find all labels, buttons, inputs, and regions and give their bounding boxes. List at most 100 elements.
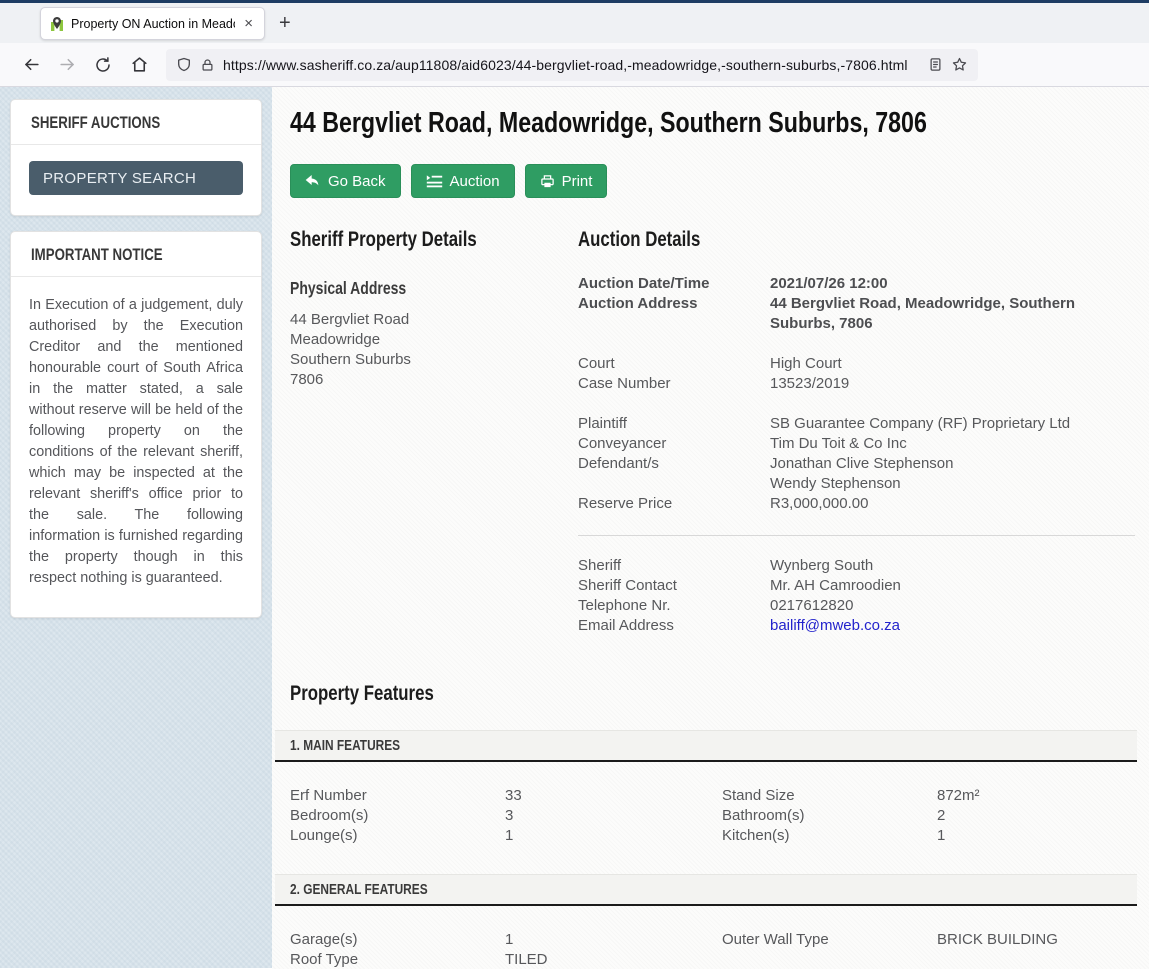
url-text[interactable]: https://www.sasheriff.co.za/aup11808/aid… bbox=[223, 57, 920, 73]
feature-value: 1 bbox=[505, 930, 722, 950]
auction-details-rows: Auction Date/Time 2021/07/26 12:00 Aucti… bbox=[578, 274, 1135, 636]
detail-value: High Court bbox=[770, 354, 1135, 374]
feature-row: Roof Type TILED bbox=[290, 950, 1137, 969]
detail-label: Plaintiff bbox=[578, 414, 770, 434]
address-line: Meadowridge bbox=[290, 330, 578, 350]
browser-window: Property ON Auction in Meado × + bbox=[0, 0, 1149, 969]
detail-row: Conveyancer Tim Du Toit & Co Inc bbox=[578, 434, 1135, 454]
detail-label: Reserve Price bbox=[578, 494, 770, 514]
feature-label: Bathroom(s) bbox=[722, 806, 937, 826]
feature-row: Erf Number 33 Stand Size 872m² bbox=[290, 786, 1137, 806]
important-notice-header: IMPORTANT NOTICE bbox=[11, 232, 261, 277]
feature-row: Garage(s) 1 Outer Wall Type BRICK BUILDI… bbox=[290, 930, 1137, 950]
detail-row: Sheriff Wynberg South bbox=[578, 556, 1135, 576]
sheriff-auctions-title: SHERIFF AUCTIONS bbox=[31, 113, 160, 133]
auction-button[interactable]: Auction bbox=[411, 164, 515, 198]
detail-value: 0217612820 bbox=[770, 596, 1135, 616]
address-line: 7806 bbox=[290, 370, 578, 390]
reload-button[interactable] bbox=[88, 50, 118, 80]
detail-label: Telephone Nr. bbox=[578, 596, 770, 616]
feature-value: 2 bbox=[937, 806, 1137, 826]
detail-row: Case Number 13523/2019 bbox=[578, 374, 1135, 394]
detail-row: Telephone Nr. 0217612820 bbox=[578, 596, 1135, 616]
detail-value: 44 Bergvliet Road, Meadowridge, Southern… bbox=[770, 294, 1135, 334]
feature-label: Kitchen(s) bbox=[722, 826, 937, 846]
feature-label: Garage(s) bbox=[290, 930, 505, 950]
physical-address-heading: Physical Address bbox=[290, 278, 578, 299]
property-features-heading: Property Features bbox=[290, 682, 1137, 706]
detail-row: Auction Date/Time 2021/07/26 12:00 bbox=[578, 274, 1135, 294]
auction-list-icon bbox=[426, 174, 443, 188]
sheriff-property-details-heading: Sheriff Property Details bbox=[290, 228, 578, 252]
detail-row: Plaintiff SB Guarantee Company (RF) Prop… bbox=[578, 414, 1135, 434]
go-back-button[interactable]: Go Back bbox=[290, 164, 401, 198]
detail-value: 13523/2019 bbox=[770, 374, 1135, 394]
detail-value: 2021/07/26 12:00 bbox=[770, 274, 1135, 294]
detail-row: Court High Court bbox=[578, 354, 1135, 374]
detail-value: Tim Du Toit & Co Inc bbox=[770, 434, 1135, 454]
section-divider bbox=[578, 535, 1135, 536]
feature-label: Outer Wall Type bbox=[722, 930, 937, 950]
new-tab-button[interactable]: + bbox=[279, 12, 291, 35]
detail-label bbox=[578, 474, 770, 494]
important-notice-card: IMPORTANT NOTICE In Execution of a judge… bbox=[10, 231, 262, 618]
action-buttons: Go Back Auction Print bbox=[290, 164, 1137, 198]
detail-row: Wendy Stephenson bbox=[578, 474, 1135, 494]
home-button[interactable] bbox=[124, 50, 154, 80]
detail-label: Email Address bbox=[578, 616, 770, 636]
important-notice-text: In Execution of a judgement, duly author… bbox=[29, 293, 243, 597]
browser-tab[interactable]: Property ON Auction in Meado × bbox=[40, 7, 265, 40]
detail-label: Sheriff bbox=[578, 556, 770, 576]
property-details-column: Sheriff Property Details Physical Addres… bbox=[290, 228, 578, 636]
forward-button[interactable] bbox=[52, 50, 82, 80]
auction-details-column: Auction Details Auction Date/Time 2021/0… bbox=[578, 228, 1137, 636]
feature-label: Roof Type bbox=[290, 950, 505, 969]
detail-label: Auction Address bbox=[578, 294, 770, 334]
feature-value: TILED bbox=[505, 950, 722, 969]
main-features-section-bar: 1. MAIN FEATURES bbox=[275, 730, 1137, 762]
detail-row: Sheriff Contact Mr. AH Camroodien bbox=[578, 576, 1135, 596]
feature-value: 3 bbox=[505, 806, 722, 826]
browser-chrome: Property ON Auction in Meado × + bbox=[0, 3, 1149, 87]
feature-value bbox=[937, 950, 1137, 969]
detail-row: Auction Address 44 Bergvliet Road, Meado… bbox=[578, 294, 1135, 334]
feature-value: 1 bbox=[505, 826, 722, 846]
reader-mode-icon[interactable] bbox=[928, 56, 943, 73]
property-search-button[interactable]: PROPERTY SEARCH bbox=[29, 161, 243, 195]
lock-icon[interactable] bbox=[200, 57, 215, 73]
detail-value: Wynberg South bbox=[770, 556, 1135, 576]
main-features-rows: Erf Number 33 Stand Size 872m² Bedroom(s… bbox=[290, 786, 1137, 846]
sheriff-auctions-header: SHERIFF AUCTIONS bbox=[11, 100, 261, 145]
navigation-toolbar: https://www.sasheriff.co.za/aup11808/aid… bbox=[0, 43, 1149, 87]
back-button[interactable] bbox=[16, 50, 46, 80]
feature-value: 1 bbox=[937, 826, 1137, 846]
detail-value: Jonathan Clive Stephenson bbox=[770, 454, 1135, 474]
feature-value: 872m² bbox=[937, 786, 1137, 806]
address-line: Southern Suburbs bbox=[290, 350, 578, 370]
detail-label: Case Number bbox=[578, 374, 770, 394]
general-features-rows: Garage(s) 1 Outer Wall Type BRICK BUILDI… bbox=[290, 930, 1137, 969]
general-features-title: 2. GENERAL FEATURES bbox=[290, 882, 428, 898]
sheriff-email-link[interactable]: bailiff@mweb.co.za bbox=[770, 617, 900, 634]
general-features-section-bar: 2. GENERAL FEATURES bbox=[275, 874, 1137, 906]
main-content: 44 Bergvliet Road, Meadowridge, Southern… bbox=[272, 87, 1149, 969]
site-favicon-map-pin-icon bbox=[49, 16, 65, 32]
feature-label: Bedroom(s) bbox=[290, 806, 505, 826]
detail-row: Email Address bailiff@mweb.co.za bbox=[578, 616, 1135, 636]
print-button[interactable]: Print bbox=[525, 164, 608, 198]
feature-value: 33 bbox=[505, 786, 722, 806]
detail-value: SB Guarantee Company (RF) Proprietary Lt… bbox=[770, 414, 1135, 434]
feature-value: BRICK BUILDING bbox=[937, 930, 1137, 950]
tracking-shield-icon[interactable] bbox=[176, 56, 192, 73]
sheriff-auctions-body: PROPERTY SEARCH bbox=[11, 145, 261, 215]
page-background: SHERIFF AUCTIONS PROPERTY SEARCH IMPORTA… bbox=[0, 87, 1149, 968]
url-bar[interactable]: https://www.sasheriff.co.za/aup11808/aid… bbox=[166, 49, 978, 81]
tab-close-icon[interactable]: × bbox=[241, 15, 256, 32]
detail-label: Conveyancer bbox=[578, 434, 770, 454]
sheriff-auctions-card: SHERIFF AUCTIONS PROPERTY SEARCH bbox=[10, 99, 262, 216]
detail-row: Reserve Price R3,000,000.00 bbox=[578, 494, 1135, 514]
page-title: 44 Bergvliet Road, Meadowridge, Southern… bbox=[290, 107, 1137, 140]
detail-row: Defendant/s Jonathan Clive Stephenson bbox=[578, 454, 1135, 474]
feature-label bbox=[722, 950, 937, 969]
bookmark-star-icon[interactable] bbox=[951, 56, 968, 73]
